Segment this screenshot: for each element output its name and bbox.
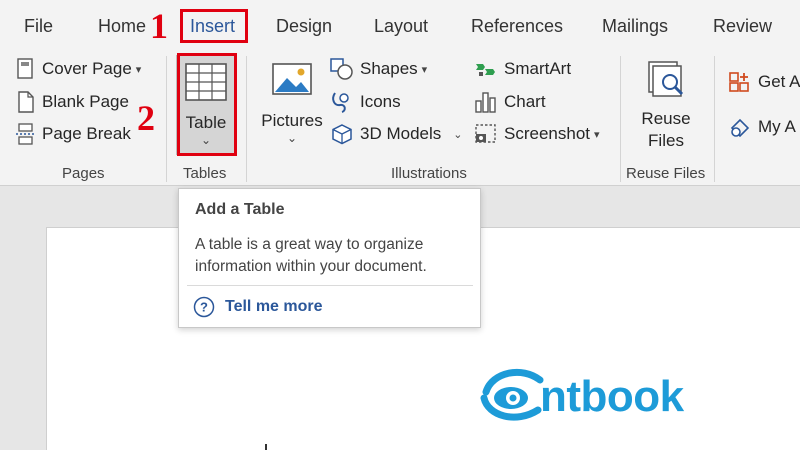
my-addins-label: My A <box>758 117 796 136</box>
chart-button[interactable]: Chart <box>474 89 546 115</box>
tab-layout[interactable]: Layout <box>374 16 428 37</box>
shapes-icon <box>330 58 353 80</box>
ribbon: Cover Page ▾ Blank Page Page Break Pages … <box>0 48 800 186</box>
add-ins-icon <box>729 72 749 92</box>
my-addins-button[interactable]: My A <box>728 114 796 140</box>
reuse-files-label-line1: Reuse <box>641 109 691 128</box>
blank-page-button[interactable]: Blank Page <box>16 89 129 115</box>
chevron-down-icon: ⌄ <box>453 128 463 141</box>
group-separator <box>166 56 167 182</box>
reuse-files-label-line2: Files <box>648 131 684 150</box>
chevron-down-icon: ⌄ <box>286 131 298 145</box>
watermark-logo: ntbook <box>478 358 684 428</box>
tell-me-more-label: Tell me more <box>225 298 323 315</box>
page-break-icon <box>16 123 35 145</box>
tooltip-title: Add a Table <box>195 201 285 218</box>
group-label-reuse-files: Reuse Files <box>626 165 706 182</box>
cover-page-icon <box>17 58 33 79</box>
tab-file[interactable]: File <box>24 16 53 37</box>
add-table-tooltip: Add a Table A table is a great way to or… <box>178 188 481 328</box>
blank-page-icon <box>18 91 34 113</box>
page-break-button[interactable]: Page Break <box>16 121 131 147</box>
annotation-step-2: 2 <box>137 98 155 138</box>
group-separator <box>246 56 247 182</box>
blank-page-label: Blank Page <box>42 92 129 111</box>
group-separator <box>714 56 715 182</box>
cube-icon <box>332 124 352 145</box>
annotation-step-1: 1 <box>150 6 168 46</box>
tab-review[interactable]: Review <box>713 16 772 37</box>
group-label-illustrations: Illustrations <box>391 165 467 182</box>
help-icon: ? <box>193 296 215 318</box>
tab-references[interactable]: References <box>471 16 563 37</box>
smartart-label: SmartArt <box>504 59 572 78</box>
chevron-down-icon: ▾ <box>135 63 142 76</box>
icons-icon <box>332 92 349 113</box>
smartart-button[interactable]: SmartArt <box>474 56 571 82</box>
tab-design[interactable]: Design <box>276 16 332 37</box>
pictures-icon <box>272 63 312 95</box>
page-break-label: Page Break <box>42 124 131 143</box>
shapes-button[interactable]: Shapes ▾ <box>330 56 427 82</box>
menu-bar: File Home Insert Design Layout Reference… <box>0 0 800 48</box>
chevron-down-icon: ▾ <box>421 63 428 76</box>
reuse-files-icon <box>648 61 684 97</box>
group-label-tables: Tables <box>183 165 227 182</box>
screenshot-label: Screenshot <box>504 124 590 143</box>
watermark-text: ntbook <box>540 372 684 421</box>
shapes-label: Shapes <box>360 59 418 78</box>
screenshot-icon <box>475 124 496 143</box>
tab-mailings[interactable]: Mailings <box>602 16 668 37</box>
annotation-box-table <box>177 53 237 156</box>
annotation-box-insert <box>180 9 248 43</box>
chart-label: Chart <box>504 92 546 111</box>
tooltip-divider <box>187 285 473 286</box>
text-cursor <box>265 444 267 450</box>
my-addins-icon <box>730 118 750 138</box>
bar-chart-icon <box>475 92 496 113</box>
chevron-down-icon: ▾ <box>594 128 600 141</box>
pictures-label: Pictures <box>261 111 323 130</box>
svg-text:?: ? <box>200 300 208 315</box>
get-addins-label: Get A <box>758 72 800 91</box>
tooltip-description: A table is a great way to organize infor… <box>195 236 427 275</box>
cover-page-label: Cover Page <box>42 59 132 78</box>
eye-logo-icon <box>480 368 544 421</box>
reuse-files-button[interactable]: Reuse Files <box>632 60 700 156</box>
3d-models-label: 3D Models <box>360 124 442 143</box>
3d-models-button[interactable]: 3D Models ⌄ <box>330 121 462 147</box>
screenshot-button[interactable]: Screenshot ▾ <box>474 121 600 147</box>
group-label-pages: Pages <box>62 165 105 182</box>
tab-home[interactable]: Home <box>98 16 146 37</box>
group-separator <box>620 56 621 182</box>
smartart-icon <box>476 64 495 76</box>
icons-label: Icons <box>360 92 401 111</box>
get-addins-button[interactable]: Get A <box>728 69 800 95</box>
cover-page-button[interactable]: Cover Page ▾ <box>16 56 141 82</box>
icons-button[interactable]: Icons <box>330 89 401 115</box>
tell-me-more-link[interactable]: ? Tell me more <box>193 296 323 318</box>
pictures-button[interactable]: Pictures ⌄ <box>258 60 326 156</box>
